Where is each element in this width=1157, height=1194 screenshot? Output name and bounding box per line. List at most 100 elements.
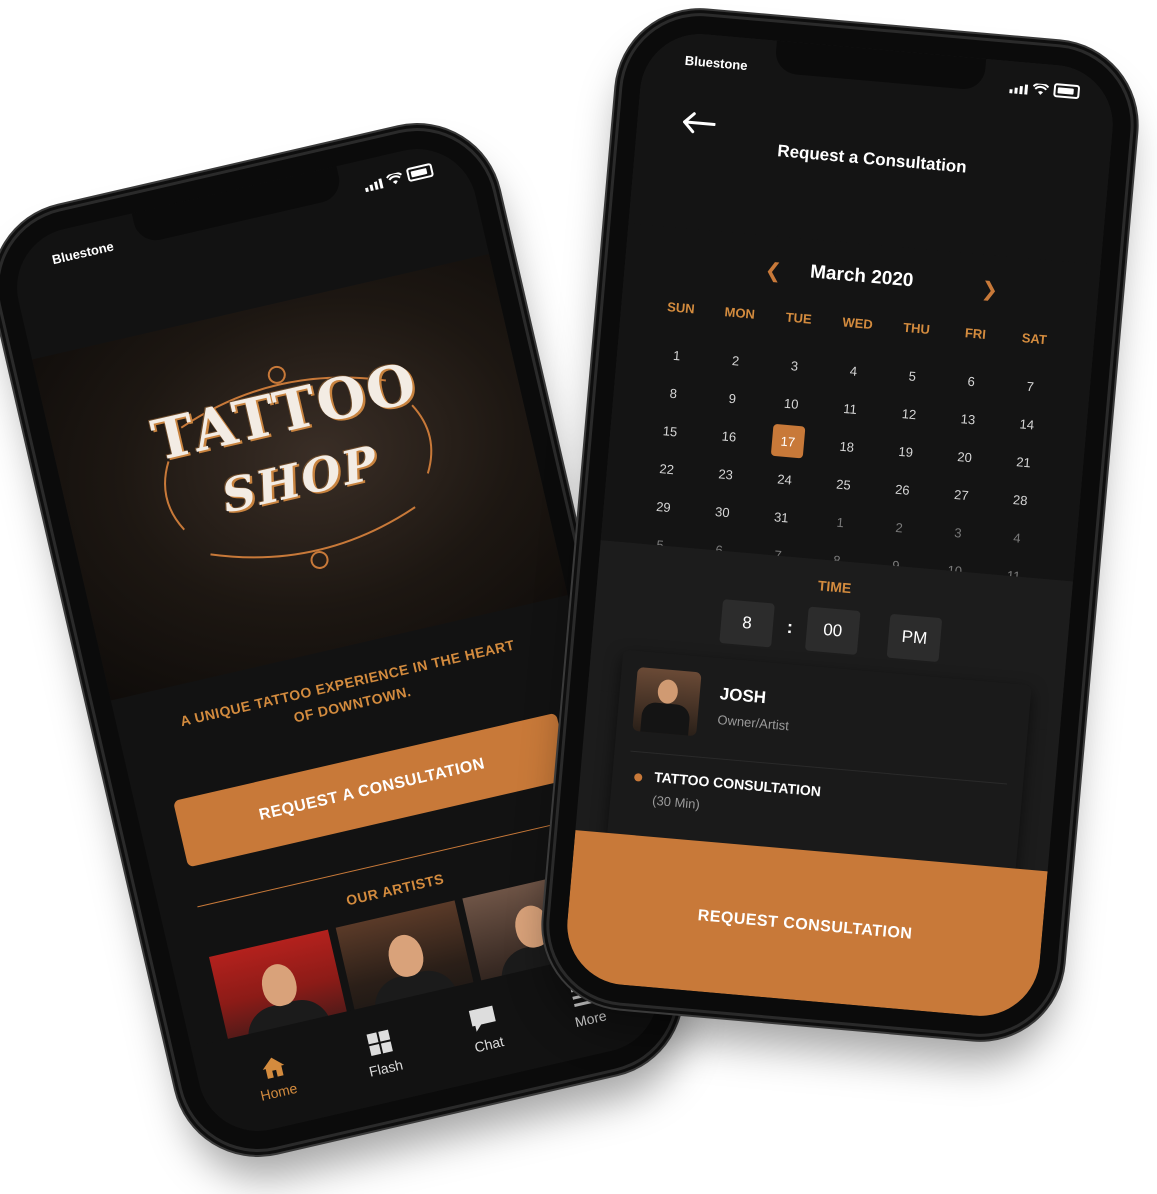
chat-icon [469,1005,497,1032]
day-number: 3 [953,524,963,541]
calendar: ❮ March 2020 ❯ SUN MON TUE WED THU FRI SAT 123… [600,223,1101,583]
day-number: 27 [953,486,970,503]
minute-field[interactable]: 00 [804,606,861,655]
calendar-day[interactable]: 20 [934,435,996,478]
signal-icon [1009,83,1029,95]
home-screen: Bluestone TATTOO SHOP A UNIQUE TATTOO EX… [5,137,670,1143]
calendar-day[interactable]: 23 [695,452,757,495]
month-label: March 2020 [809,261,915,292]
calendar-day[interactable]: 13 [937,397,999,440]
day-number: 6 [967,373,976,389]
calendar-day[interactable]: 27 [930,473,992,516]
day-number: 25 [835,476,852,493]
calendar-day[interactable]: 14 [996,402,1058,445]
day-number: 17 [770,423,806,459]
calendar-day: 3 [927,511,989,554]
ampm-toggle[interactable]: PM [886,613,943,663]
chevron-right-icon[interactable]: ❯ [980,276,999,302]
calendar-day[interactable]: 22 [636,447,698,490]
day-number: 24 [776,470,793,488]
calendar-day[interactable]: 26 [871,468,933,511]
calendar-day[interactable]: 6 [940,359,1002,402]
day-number: 18 [839,438,855,455]
day-number: 8 [669,385,678,401]
calendar-day[interactable]: 15 [639,409,701,452]
calendar-day[interactable]: 9 [701,377,763,420]
battery-icon [405,162,435,183]
status-icons [363,162,435,193]
weekday-label: TUE [785,309,813,327]
weekday-label: WED [841,314,874,333]
calendar-day[interactable]: 8 [642,371,704,414]
calendar-day[interactable]: 21 [993,440,1055,483]
calendar-day[interactable]: 31 [750,495,812,538]
tab-label: Home [258,1079,299,1104]
calendar-day[interactable]: 19 [875,430,937,473]
wifi-icon [385,172,403,185]
day-number: 19 [897,443,914,460]
back-arrow-icon[interactable] [681,111,717,136]
artist-avatar [632,666,702,737]
bullet-icon [633,773,643,782]
battery-icon [1053,82,1081,100]
weekday-label: MON [724,304,756,322]
day-number: 16 [721,427,737,445]
day-number: 14 [1019,415,1035,433]
calendar-day[interactable]: 11 [819,387,881,430]
calendar-day[interactable]: 3 [763,344,825,387]
hour-field[interactable]: 8 [719,599,775,648]
tab-flash[interactable]: Flash [361,1027,405,1080]
calendar-day[interactable]: 5 [881,354,943,397]
tab-label: More [573,1007,609,1031]
wifi-icon [1032,83,1050,95]
avatar-face [656,678,679,705]
calendar-day[interactable]: 25 [812,463,874,506]
notch [131,166,344,245]
day-number: 5 [908,367,917,384]
day-number: 13 [960,410,976,427]
tab-home[interactable]: Home [252,1053,299,1104]
day-number: 22 [658,460,675,477]
calendar-day[interactable]: 10 [760,382,822,425]
hero-banner: TATTOO SHOP [32,254,568,701]
day-number: 29 [655,498,672,515]
calendar-day[interactable]: 12 [878,392,940,435]
calendar-day[interactable]: 29 [632,485,694,528]
day-number: 23 [717,465,734,482]
day-number: 9 [728,390,737,406]
home-icon [262,1057,284,1079]
calendar-day[interactable]: 30 [691,490,753,533]
weekday-label: SUN [666,299,696,317]
calendar-day[interactable]: 16 [698,414,760,457]
tab-label: Flash [367,1056,405,1080]
calendar-day: 2 [868,506,930,549]
weekday-label: SAT [1021,330,1048,348]
avatar-body [639,701,691,737]
calendar-day-selected[interactable]: 17 [757,420,819,463]
day-number: 7 [1025,378,1035,394]
day-number: 20 [956,448,973,465]
day-number: 30 [714,503,731,520]
phone-consultation: Bluestone Request a Consultation ❮ March… [542,9,1138,1041]
day-number: 28 [1012,491,1029,508]
calendar-day[interactable]: 2 [705,339,767,382]
calendar-day[interactable]: 28 [989,478,1051,521]
day-number: 10 [783,395,800,412]
calendar-day[interactable]: 24 [754,457,816,500]
carrier-name: Bluestone [50,238,116,268]
day-number: 12 [901,405,917,422]
calendar-day[interactable]: 18 [816,425,878,468]
tab-chat[interactable]: Chat [466,1004,505,1055]
day-number: 4 [849,362,858,379]
day-number: 3 [790,357,799,374]
day-number: 2 [894,519,904,535]
calendar-day[interactable]: 1 [646,334,708,377]
calendar-day[interactable]: 4 [822,349,884,392]
grid-icon [366,1029,394,1056]
day-number: 31 [773,508,790,525]
calendar-day[interactable]: 7 [999,365,1061,408]
day-number: 1 [835,514,845,530]
day-number: 11 [842,400,858,417]
consultation-screen: Bluestone Request a Consultation ❮ March… [562,29,1118,1021]
service-duration: (30 Min) [651,792,701,812]
